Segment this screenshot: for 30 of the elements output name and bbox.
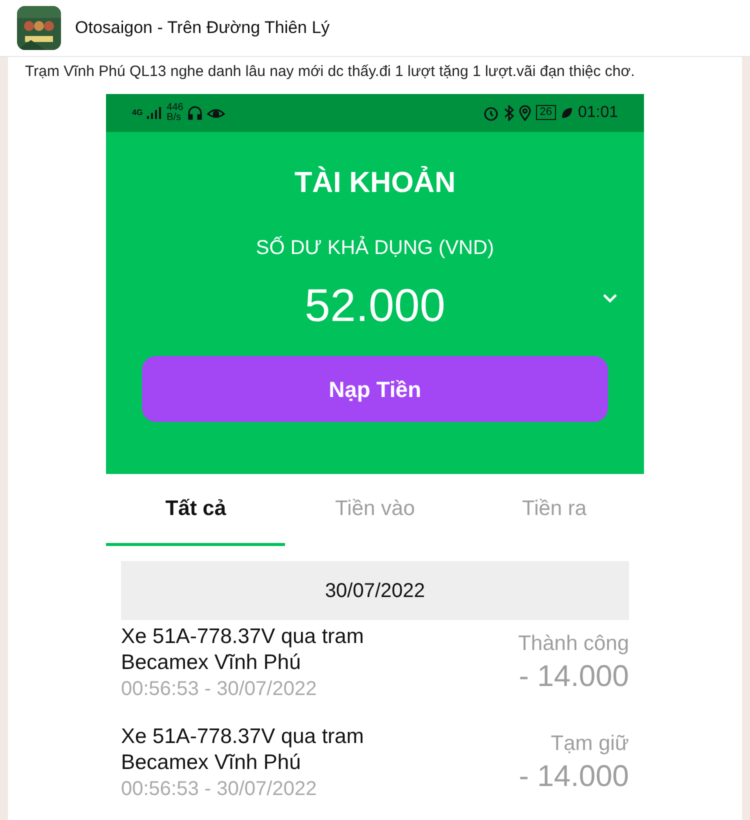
bluetooth-icon bbox=[504, 104, 514, 120]
tab[interactable]: Tiền vào bbox=[285, 474, 465, 546]
date-header: 30/07/2022 bbox=[121, 561, 629, 620]
alarm-icon bbox=[482, 104, 499, 120]
clock-time: 01:01 bbox=[578, 102, 618, 122]
chevron-down-icon bbox=[602, 293, 618, 303]
battery-level: 26 bbox=[536, 105, 556, 120]
transaction-amount: - 14.000 bbox=[518, 660, 629, 694]
tab[interactable]: Tiền ra bbox=[464, 474, 644, 546]
net-speed-unit: B/s bbox=[166, 112, 182, 122]
network-type: 4G bbox=[132, 106, 143, 118]
transaction-amount: - 14.000 bbox=[518, 760, 629, 794]
net-speed: 446 bbox=[166, 102, 184, 112]
balance-label: SỐ DƯ KHẢ DỤNG (VND) bbox=[256, 235, 494, 261]
balance-amount: 52.000 bbox=[304, 278, 446, 333]
transaction-status: Tạm giữ bbox=[550, 731, 629, 757]
transaction-status: Thành công bbox=[518, 631, 629, 657]
post-text: Trạm Vĩnh Phú QL13 nghe danh lâu nay mới dc thấy.đi 1 lượt tặng 1 lượt.vãi đạn thiệc chơ. bbox=[24, 62, 636, 82]
leaf-icon bbox=[560, 106, 573, 118]
transaction-time: 00:56:53 - 30/07/2022 bbox=[121, 777, 318, 802]
account-title: TÀI KHOẢN bbox=[294, 165, 456, 200]
group-title: Otosaigon - Trên Đường Thiên Lý bbox=[75, 17, 330, 40]
location-icon bbox=[518, 104, 531, 120]
topup-button[interactable]: Nạp Tiền bbox=[142, 356, 608, 422]
headphones-icon bbox=[187, 104, 204, 120]
transaction-title: Xe 51A-778.37V qua tram Becamex Vĩnh Phú bbox=[121, 724, 365, 776]
transaction-time: 00:56:53 - 30/07/2022 bbox=[121, 677, 318, 702]
transaction-title: Xe 51A-778.37V qua tram Becamex Vĩnh Phú bbox=[121, 624, 365, 676]
tab[interactable]: Tất cả bbox=[106, 474, 286, 546]
signal-icon bbox=[146, 106, 163, 118]
